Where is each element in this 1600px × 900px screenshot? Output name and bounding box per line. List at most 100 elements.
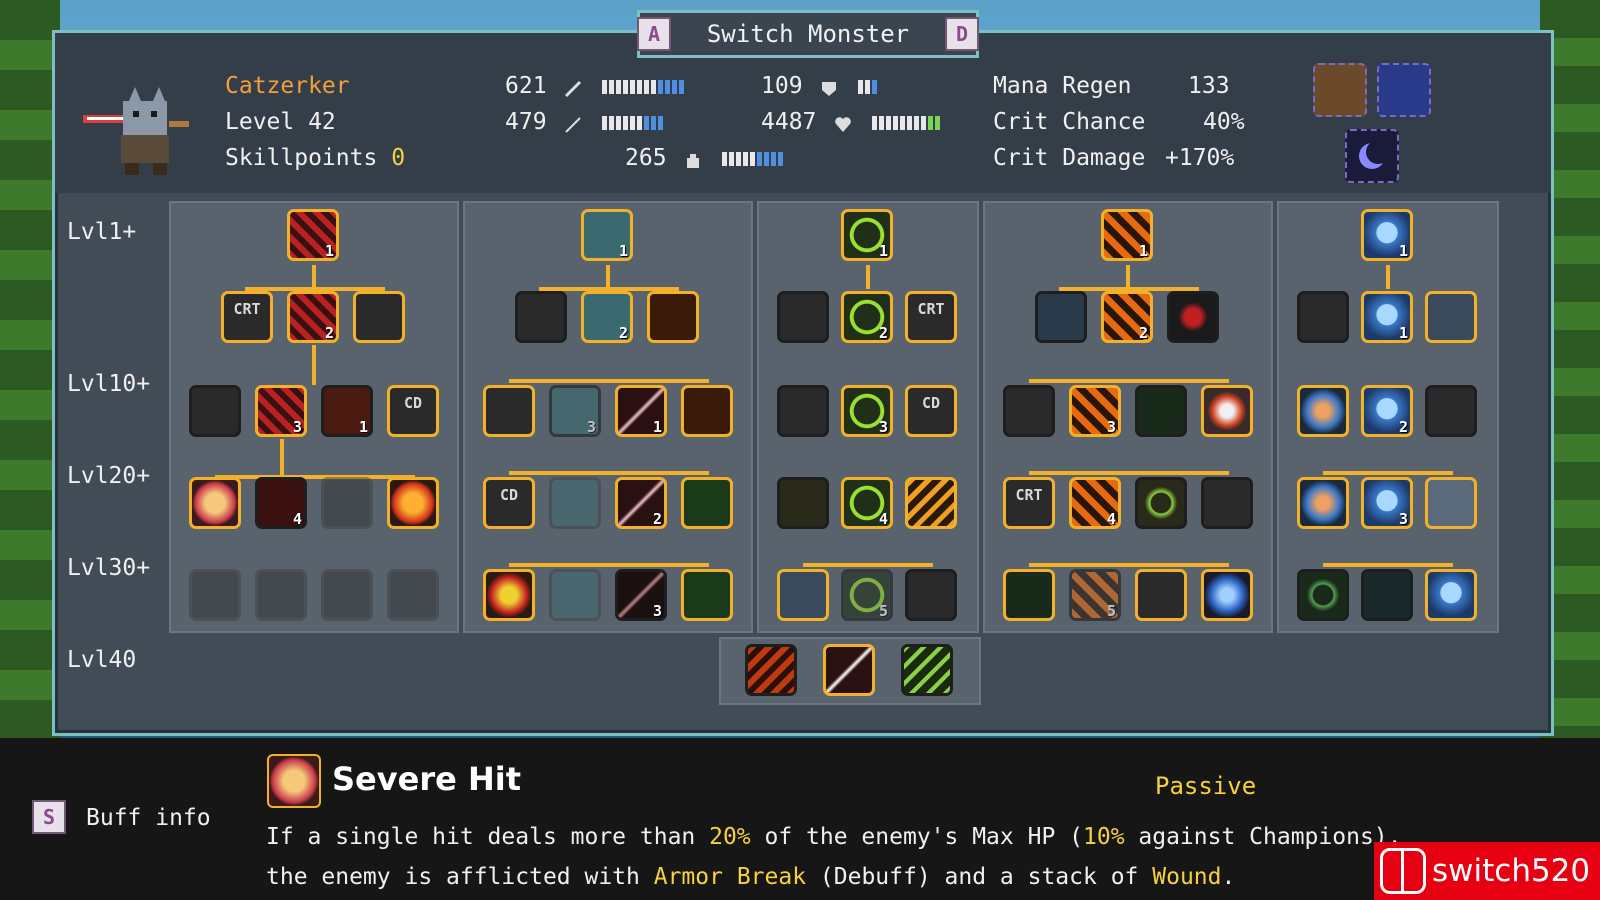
- locked-target-skill-icon[interactable]: [387, 569, 439, 621]
- sling-skill-icon[interactable]: [1135, 385, 1187, 437]
- ice-skill-icon[interactable]: [1201, 569, 1253, 621]
- stat-defense: 109: [761, 73, 879, 100]
- claw-skill-3-icon[interactable]: 3: [255, 385, 307, 437]
- moon-buff-icon[interactable]: [1345, 129, 1399, 183]
- pierce-skill-3-icon[interactable]: 3: [615, 569, 667, 621]
- ultimate-pierce-skill-icon[interactable]: [823, 644, 875, 696]
- crit-skill-icon[interactable]: CRT: [221, 291, 273, 343]
- knight-skill-icon[interactable]: [1425, 291, 1477, 343]
- cross-slash-skill-icon[interactable]: 1: [581, 209, 633, 261]
- health-skill-icon[interactable]: [353, 291, 405, 343]
- ring-skill-2-icon[interactable]: 2: [841, 291, 893, 343]
- mana-bar: [722, 146, 785, 172]
- defense-skill-3-icon[interactable]: [1201, 477, 1253, 529]
- crit-skill-3-icon[interactable]: CRT: [1003, 477, 1055, 529]
- ring-skill-5-icon[interactable]: 5: [841, 569, 893, 621]
- fury-skill-icon[interactable]: 1: [1101, 209, 1153, 261]
- heart-link-skill-icon[interactable]: 1: [1361, 291, 1413, 343]
- attack-skill-icon[interactable]: [515, 291, 567, 343]
- attack-skill-3-icon[interactable]: [905, 569, 957, 621]
- coin-skill-icon[interactable]: [777, 477, 829, 529]
- locked-defense-skill-icon[interactable]: [189, 569, 241, 621]
- target-skill-2-icon[interactable]: [681, 385, 733, 437]
- defense-skill-2-icon[interactable]: [1003, 385, 1055, 437]
- fire-skill-icon[interactable]: [387, 477, 439, 529]
- fury-skill-5-icon[interactable]: 5: [1069, 569, 1121, 621]
- mana-pot-icon: [684, 150, 702, 168]
- fury-skill-4-icon[interactable]: 4: [1069, 477, 1121, 529]
- heart-shield-skill-icon[interactable]: [1425, 569, 1477, 621]
- mana-skill-2-icon[interactable]: [1297, 291, 1349, 343]
- statue-skill-icon[interactable]: [777, 569, 829, 621]
- crit-chance-value: 40%: [1203, 109, 1245, 135]
- army-skill-icon[interactable]: [1425, 477, 1477, 529]
- key-d-button[interactable]: D: [945, 17, 979, 51]
- watermark-logo: switch520: [1374, 842, 1600, 900]
- severe-hit-skill-icon[interactable]: [189, 477, 241, 529]
- claw-skill-icon[interactable]: 1: [287, 209, 339, 261]
- locked-cross-skill-2-icon[interactable]: [549, 569, 601, 621]
- cooldown-skill-3-icon[interactable]: CD: [905, 385, 957, 437]
- attack-up-buff-icon[interactable]: [1313, 63, 1367, 117]
- key-a-button[interactable]: A: [637, 17, 671, 51]
- ultimate-claw-skill-icon[interactable]: [745, 644, 797, 696]
- skill-column-1: 1 CRT 2 3 1 CD 4: [169, 201, 459, 633]
- cooldown-skill-2-icon[interactable]: CD: [483, 477, 535, 529]
- health-skill-2-icon[interactable]: [483, 385, 535, 437]
- heart-link-skill-2-icon[interactable]: 2: [1361, 385, 1413, 437]
- fury-skill-3-icon[interactable]: 3: [1069, 385, 1121, 437]
- attack-skill-2-icon[interactable]: [777, 385, 829, 437]
- claw-skill-2-icon[interactable]: 2: [287, 291, 339, 343]
- dash-skill-icon[interactable]: [905, 477, 957, 529]
- heart-break-skill-icon[interactable]: [1297, 385, 1349, 437]
- level-label-10: Lvl10+: [67, 371, 151, 397]
- defense-skill-icon[interactable]: [777, 291, 829, 343]
- fury-skill-2-icon[interactable]: 2: [1101, 291, 1153, 343]
- switch-monster-title: Switch Monster: [706, 20, 910, 48]
- sling-skill-2-icon[interactable]: [1003, 569, 1055, 621]
- sword-icon: [564, 78, 582, 97]
- magic-attack-value: 479: [505, 109, 547, 135]
- ring-skill-3-icon[interactable]: 3: [841, 385, 893, 437]
- locked-cross-skill-icon[interactable]: [549, 477, 601, 529]
- stat-mana: 265: [625, 145, 785, 172]
- cooldown-skill-icon[interactable]: CD: [387, 385, 439, 437]
- timer-skill-icon[interactable]: [1035, 291, 1087, 343]
- pierce-skill-icon[interactable]: 1: [615, 385, 667, 437]
- mana-skill-icon[interactable]: [189, 385, 241, 437]
- heal-anchor-skill-icon[interactable]: [1361, 569, 1413, 621]
- shield-target-skill-icon[interactable]: [1201, 385, 1253, 437]
- gear-skill-icon[interactable]: [1297, 569, 1349, 621]
- heart-break-skill-2-icon[interactable]: [1297, 477, 1349, 529]
- crit-damage-value: +170%: [1165, 145, 1235, 171]
- level-label-20: Lvl20+: [67, 463, 151, 489]
- ring-skill-4-icon[interactable]: 4: [841, 477, 893, 529]
- attack-skill-4-icon[interactable]: [1425, 385, 1477, 437]
- burst-skill-icon[interactable]: [483, 569, 535, 621]
- target-skill-icon[interactable]: [647, 291, 699, 343]
- skill-column-2: 1 2 3 1 CD 2 3: [463, 201, 753, 633]
- severe-hit-icon: [267, 754, 321, 808]
- ultimate-ring-skill-icon[interactable]: [901, 644, 953, 696]
- heart-icon: [834, 114, 852, 132]
- wings-skill-icon[interactable]: [1135, 569, 1187, 621]
- heart-link-skill-3-icon[interactable]: 3: [1361, 477, 1413, 529]
- cross-slash-skill-2-icon[interactable]: 2: [581, 291, 633, 343]
- trend-up-skill-2-icon[interactable]: [681, 569, 733, 621]
- ring-skill-icon[interactable]: 1: [841, 209, 893, 261]
- day-night-buff-icon[interactable]: [1377, 63, 1431, 117]
- pierce-skill-2-icon[interactable]: 2: [615, 477, 667, 529]
- cross-slash-skill-3-icon[interactable]: 3: [549, 385, 601, 437]
- crown-skill-icon[interactable]: [1135, 477, 1187, 529]
- staff-icon: [564, 114, 582, 133]
- crit-skill-2-icon[interactable]: CRT: [905, 291, 957, 343]
- bleed-skill-icon[interactable]: 4: [255, 477, 307, 529]
- locked-claw-skill-icon[interactable]: [255, 569, 307, 621]
- trend-up-skill-icon[interactable]: [681, 477, 733, 529]
- locked-skill-icon[interactable]: [321, 477, 373, 529]
- slash-skill-icon[interactable]: 1: [321, 385, 373, 437]
- key-s-button[interactable]: S: [32, 800, 66, 834]
- blood-drop-skill-icon[interactable]: [1167, 291, 1219, 343]
- heart-skill-icon[interactable]: 1: [1361, 209, 1413, 261]
- locked-slash-skill-icon[interactable]: [321, 569, 373, 621]
